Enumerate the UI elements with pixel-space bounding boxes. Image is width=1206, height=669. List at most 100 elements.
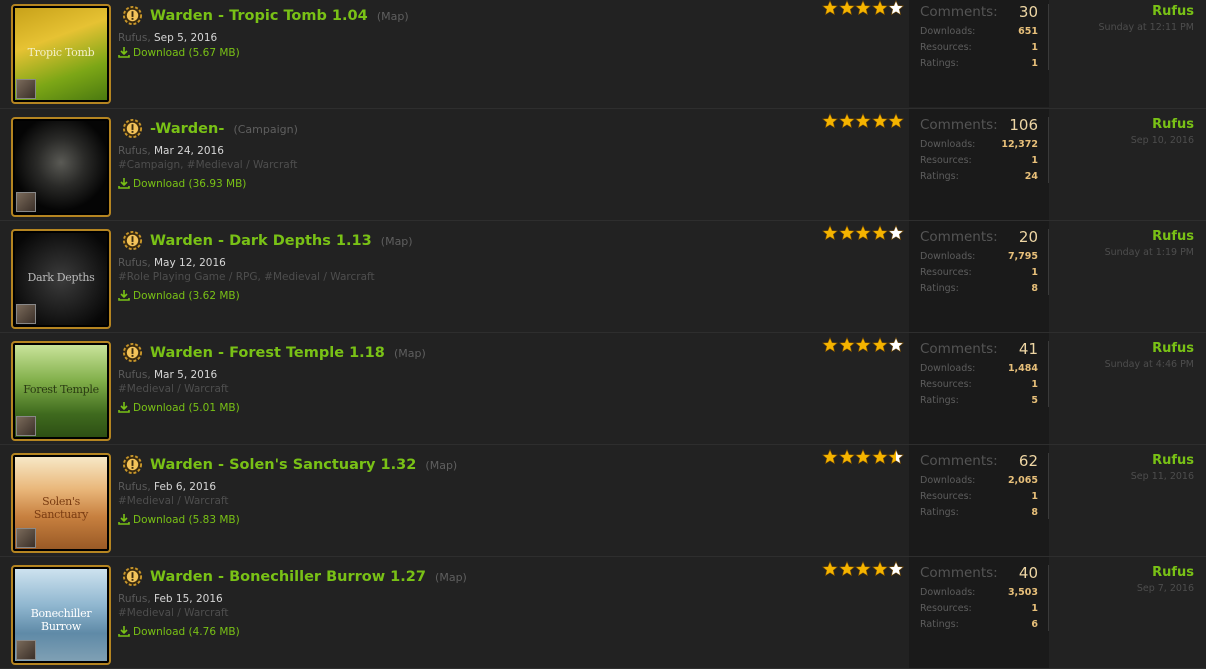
title-line: Warden - Solen's Sanctuary 1.32 (Map) bbox=[150, 454, 457, 473]
resource-title-link[interactable]: Warden - Solen's Sanctuary 1.32 bbox=[150, 457, 416, 473]
thumbnail-caption: Dark Depths bbox=[27, 271, 95, 284]
resource-tags[interactable]: #Role Playing Game / RPG, #Medieval / Wa… bbox=[118, 271, 375, 283]
resource-thumbnail[interactable]: Tropic Tomb bbox=[11, 4, 111, 104]
star-icon bbox=[838, 225, 855, 241]
star-icon bbox=[838, 337, 855, 353]
star-icon bbox=[888, 113, 904, 129]
last-user-link[interactable]: Rufus bbox=[1131, 117, 1194, 132]
author-avatar[interactable] bbox=[16, 79, 36, 99]
author-avatar[interactable] bbox=[16, 640, 36, 660]
resource-tags[interactable]: #Medieval / Warcraft bbox=[118, 607, 229, 619]
resource-row: Tropic Tomb Warden - Tropic Tomb 1.04 (M… bbox=[0, 0, 1206, 109]
resource-thumbnail[interactable] bbox=[11, 117, 111, 217]
gear-warning-icon bbox=[122, 118, 143, 139]
last-user-link[interactable]: Rufus bbox=[1105, 229, 1194, 244]
stat-ratings: Ratings: 8 bbox=[920, 281, 1048, 297]
author-link[interactable]: Rufus bbox=[118, 32, 147, 44]
rating-stars[interactable] bbox=[822, 561, 905, 580]
download-link[interactable]: Download (5.67 MB) bbox=[118, 46, 240, 59]
star-icon bbox=[888, 561, 904, 577]
stat-label: Ratings: bbox=[920, 619, 959, 630]
thumbnail-caption: Forest Temple bbox=[23, 383, 99, 396]
download-icon bbox=[118, 626, 130, 637]
download-label: Download (3.62 MB) bbox=[133, 290, 240, 302]
stat-label: Downloads: bbox=[920, 251, 976, 262]
resource-thumbnail[interactable]: Forest Temple bbox=[11, 341, 111, 441]
resource-stats: Comments: 30 Downloads: 651 Resources: 1… bbox=[909, 0, 1049, 107]
resource-date: Feb 15, 2016 bbox=[154, 593, 223, 605]
stat-label: Ratings: bbox=[920, 171, 959, 182]
author-link[interactable]: Rufus bbox=[118, 145, 147, 157]
download-icon bbox=[118, 178, 130, 189]
stat-label: Resources: bbox=[920, 603, 972, 614]
star-icon bbox=[855, 449, 871, 465]
last-user-link[interactable]: Rufus bbox=[1105, 341, 1194, 356]
stat-label: Ratings: bbox=[920, 58, 959, 69]
meta-separator: , bbox=[147, 32, 154, 44]
stat-resources: Resources: 1 bbox=[920, 265, 1048, 281]
rating-stars[interactable] bbox=[822, 449, 905, 468]
last-user-link[interactable]: Rufus bbox=[1099, 4, 1194, 19]
author-avatar[interactable] bbox=[16, 528, 36, 548]
rating-stars[interactable] bbox=[822, 225, 905, 244]
stat-label: Comments: bbox=[920, 341, 998, 357]
star-icon bbox=[822, 561, 838, 577]
star-icon bbox=[855, 225, 871, 241]
stat-value: 12,372 bbox=[1001, 139, 1038, 150]
resource-tags[interactable]: #Medieval / Warcraft bbox=[118, 383, 229, 395]
resource-title-link[interactable]: Warden - Forest Temple 1.18 bbox=[150, 345, 385, 361]
download-link[interactable]: Download (36.93 MB) bbox=[118, 177, 246, 190]
resource-date: Feb 6, 2016 bbox=[154, 481, 217, 493]
stat-value: 5 bbox=[1031, 395, 1038, 406]
rating-stars[interactable] bbox=[822, 0, 905, 19]
resource-date: Sep 5, 2016 bbox=[154, 32, 218, 44]
star-icon bbox=[838, 449, 855, 465]
download-icon bbox=[118, 402, 130, 413]
star-icon bbox=[822, 225, 838, 241]
stat-value: 1 bbox=[1031, 491, 1038, 502]
author-link[interactable]: Rufus bbox=[118, 369, 147, 381]
stat-label: Ratings: bbox=[920, 283, 959, 294]
resource-row: -Warden- (Campaign) Rufus, Mar 24, 2016 … bbox=[0, 109, 1206, 221]
resource-tags[interactable]: #Campaign, #Medieval / Warcraft bbox=[118, 159, 297, 171]
last-update-time: Sunday at 1:19 PM bbox=[1104, 247, 1194, 258]
stat-label: Ratings: bbox=[920, 507, 959, 518]
author-avatar[interactable] bbox=[16, 304, 36, 324]
stat-label: Downloads: bbox=[920, 363, 976, 374]
resource-title-link[interactable]: Warden - Dark Depths 1.13 bbox=[150, 233, 372, 249]
stat-value: 62 bbox=[1018, 452, 1038, 470]
rating-stars[interactable] bbox=[822, 337, 905, 356]
stat-downloads: Downloads: 651 bbox=[920, 24, 1048, 40]
resource-thumbnail[interactable]: Dark Depths bbox=[11, 229, 111, 329]
resource-title-link[interactable]: Warden - Bonechiller Burrow 1.27 bbox=[150, 569, 426, 585]
download-link[interactable]: Download (3.62 MB) bbox=[118, 289, 240, 302]
resource-title-link[interactable]: -Warden- bbox=[150, 121, 224, 137]
star-icon bbox=[855, 561, 871, 577]
stat-label: Downloads: bbox=[920, 587, 976, 598]
author-link[interactable]: Rufus bbox=[118, 257, 147, 269]
author-avatar[interactable] bbox=[16, 416, 36, 436]
stat-value: 6 bbox=[1031, 619, 1038, 630]
download-link[interactable]: Download (4.76 MB) bbox=[118, 625, 240, 638]
author-avatar[interactable] bbox=[16, 192, 36, 212]
resource-title-link[interactable]: Warden - Tropic Tomb 1.04 bbox=[150, 8, 368, 24]
resource-tags[interactable]: #Medieval / Warcraft bbox=[118, 495, 229, 507]
download-link[interactable]: Download (5.83 MB) bbox=[118, 513, 240, 526]
rating-stars[interactable] bbox=[822, 113, 905, 132]
download-link[interactable]: Download (5.01 MB) bbox=[118, 401, 240, 414]
resource-type: (Map) bbox=[393, 347, 426, 360]
stat-resources: Resources: 1 bbox=[920, 40, 1048, 56]
title-line: Warden - Bonechiller Burrow 1.27 (Map) bbox=[150, 566, 467, 585]
author-link[interactable]: Rufus bbox=[118, 481, 147, 493]
last-update: Rufus Sep 10, 2016 bbox=[1131, 117, 1194, 146]
last-user-link[interactable]: Rufus bbox=[1131, 453, 1194, 468]
author-link[interactable]: Rufus bbox=[118, 593, 147, 605]
resource-stats: Comments: 106 Downloads: 12,372 Resource… bbox=[909, 109, 1049, 220]
stat-value: 7,795 bbox=[1007, 251, 1038, 262]
resource-thumbnail[interactable]: Solen's Sanctuary bbox=[11, 453, 111, 553]
resource-thumbnail[interactable]: Bonechiller Burrow bbox=[11, 565, 111, 665]
stat-value: 40 bbox=[1018, 564, 1038, 582]
last-user-link[interactable]: Rufus bbox=[1137, 565, 1194, 580]
stat-value: 8 bbox=[1031, 507, 1038, 518]
title-line: -Warden- (Campaign) bbox=[150, 118, 298, 137]
